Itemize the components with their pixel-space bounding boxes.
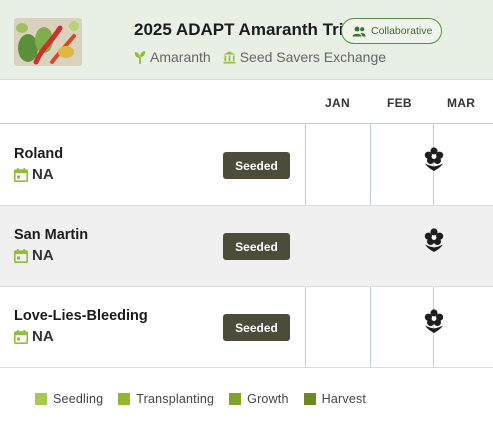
variety-row-san-martin[interactable]: San Martin NA Seeded bbox=[0, 206, 493, 287]
legend-item-transplanting: Transplanting bbox=[118, 392, 214, 406]
legend-swatch bbox=[118, 393, 131, 405]
legend-label: Harvest bbox=[321, 392, 367, 406]
legend-item-seedling: Seedling bbox=[35, 392, 103, 406]
trial-thumbnail bbox=[14, 18, 82, 66]
badge-label: Collaborative bbox=[371, 25, 433, 37]
crop-name: Amaranth bbox=[150, 49, 211, 65]
flower-icon[interactable] bbox=[424, 309, 444, 333]
group-icon bbox=[352, 26, 366, 36]
legend-item-growth: Growth bbox=[229, 392, 289, 406]
planting-date-value: NA bbox=[32, 328, 54, 345]
trial-meta: Amaranth Seed Savers Exchange bbox=[134, 49, 386, 65]
status-button[interactable]: Seeded bbox=[223, 314, 290, 341]
month-feb: FEB bbox=[387, 96, 412, 110]
status-button[interactable]: Seeded bbox=[223, 233, 290, 260]
planting-date: NA bbox=[14, 247, 54, 264]
legend-label: Transplanting bbox=[136, 392, 215, 406]
legend-swatch bbox=[303, 393, 316, 405]
planting-date-value: NA bbox=[32, 247, 54, 264]
planting-date-value: NA bbox=[32, 166, 54, 183]
collaborative-badge[interactable]: Collaborative bbox=[341, 18, 443, 44]
legend-item-harvest: Harvest bbox=[303, 392, 367, 406]
trial-header: 2025 ADAPT Amaranth Trial Collaborative … bbox=[0, 0, 493, 80]
institution-icon bbox=[223, 51, 236, 63]
variety-name[interactable]: Love-Lies-Bleeding bbox=[14, 308, 148, 324]
month-jan: JAN bbox=[325, 96, 350, 110]
month-mar: MAR bbox=[447, 96, 476, 110]
legend-label: Growth bbox=[247, 392, 289, 406]
variety-row-love-lies-bleeding[interactable]: Love-Lies-Bleeding NA Seeded bbox=[0, 287, 493, 368]
flower-icon[interactable] bbox=[424, 147, 444, 171]
variety-name[interactable]: Roland bbox=[14, 146, 63, 162]
flower-icon[interactable] bbox=[424, 228, 444, 252]
trial-title: 2025 ADAPT Amaranth Trial bbox=[134, 20, 358, 39]
planting-date: NA bbox=[14, 328, 54, 345]
legend-swatch bbox=[35, 393, 47, 405]
variety-row-roland[interactable]: Roland NA Seeded bbox=[0, 125, 493, 206]
calendar-icon bbox=[14, 248, 28, 263]
planting-date: NA bbox=[14, 166, 54, 183]
stage-legend: Seedling Transplanting Growth Harvest bbox=[35, 392, 381, 406]
calendar-icon bbox=[14, 167, 28, 182]
timeline-header: JAN FEB MAR bbox=[0, 80, 493, 124]
calendar-icon bbox=[14, 329, 28, 344]
status-button[interactable]: Seeded bbox=[223, 152, 290, 179]
organization-name: Seed Savers Exchange bbox=[239, 49, 387, 65]
legend-swatch bbox=[229, 393, 242, 405]
sprout-icon bbox=[134, 51, 146, 64]
variety-name[interactable]: San Martin bbox=[14, 227, 88, 243]
legend-label: Seedling bbox=[53, 392, 104, 406]
